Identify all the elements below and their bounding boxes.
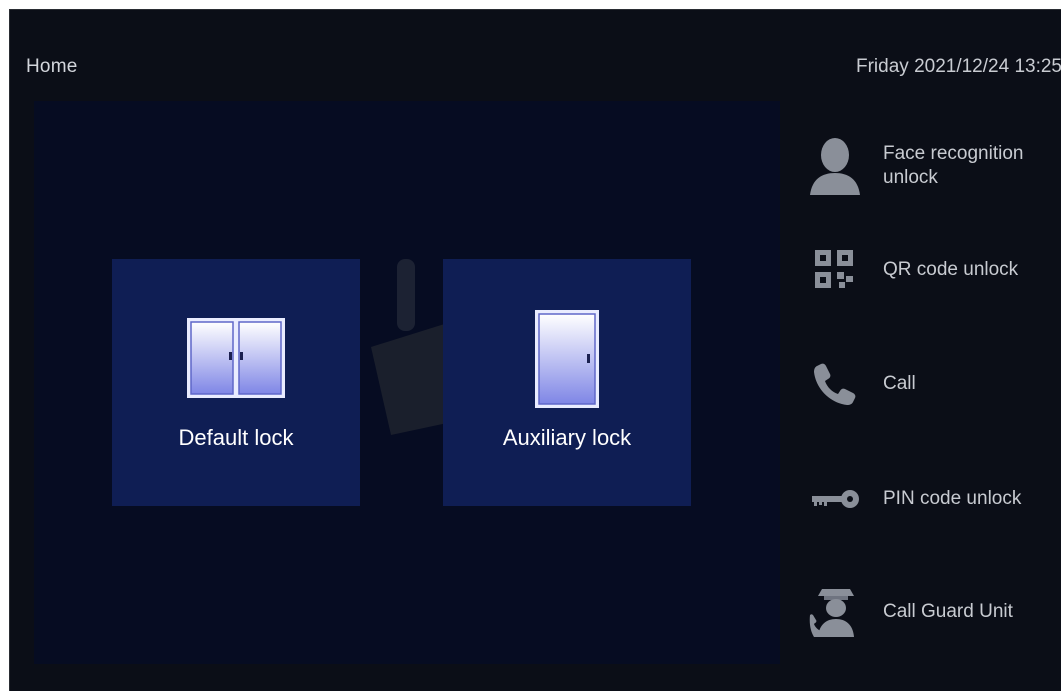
qr-code-unlock-label: QR code unlock	[883, 259, 1019, 280]
face-recognition-label-line2: unlock	[883, 167, 938, 188]
auxiliary-lock-label: Auxiliary lock	[502, 425, 632, 450]
face-icon	[806, 135, 864, 195]
intercom-screen: Home Friday 2021/12/24 13:25 Default loc…	[9, 9, 1061, 691]
call-guard-unit-label: Call Guard Unit	[883, 601, 1013, 622]
pin-code-unlock-button[interactable]: PIN code unlock	[806, 471, 1061, 541]
default-lock-label: Default lock	[178, 425, 294, 450]
guard-icon	[806, 584, 864, 640]
date-time: Friday 2021/12/24 13:25	[856, 56, 1061, 77]
face-recognition-label-line1: Face recognition	[883, 143, 1024, 164]
face-recognition-label: Face recognition unlock	[883, 142, 1023, 190]
face-recognition-unlock-button[interactable]: Face recognition unlock	[806, 135, 1061, 205]
qr-code-icon	[806, 246, 864, 294]
call-guard-unit-button[interactable]: Call Guard Unit	[806, 584, 1061, 654]
unlock-methods-menu: Face recognition unlock QR code unlock C…	[806, 110, 1061, 670]
device-frame: Home Friday 2021/12/24 13:25 Default loc…	[0, 0, 1061, 698]
pin-code-unlock-label: PIN code unlock	[883, 488, 1022, 509]
default-lock-button[interactable]: Default lock	[112, 259, 360, 506]
unlock-panel: Default lock Auxiliary lock	[34, 101, 780, 664]
qr-code-unlock-button[interactable]: QR code unlock	[806, 246, 1061, 316]
single-door-icon	[535, 310, 599, 408]
call-label: Call	[883, 373, 916, 394]
double-door-icon	[187, 318, 285, 398]
call-button[interactable]: Call	[806, 356, 1061, 426]
key-icon	[806, 471, 864, 527]
auxiliary-lock-button[interactable]: Auxiliary lock	[443, 259, 691, 506]
page-title: Home	[26, 56, 78, 77]
phone-icon	[806, 356, 864, 412]
